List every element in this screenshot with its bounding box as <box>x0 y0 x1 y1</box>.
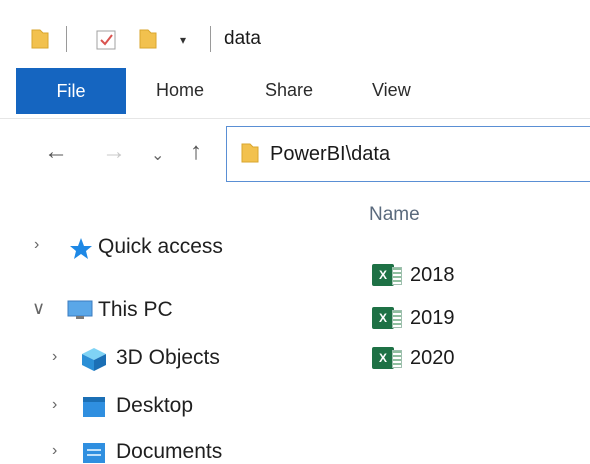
file-name: 2018 <box>410 264 455 286</box>
toolbar-separator <box>66 26 67 52</box>
expand-chevron-icon[interactable]: › <box>52 396 57 414</box>
nav-item-3d-objects[interactable]: 3D Objects <box>116 346 220 370</box>
tab-view[interactable]: View <box>372 80 411 101</box>
3d-objects-icon <box>82 348 106 371</box>
nav-item-this-pc[interactable]: This PC <box>98 298 173 322</box>
column-header-name[interactable]: Name <box>369 204 420 226</box>
tab-share[interactable]: Share <box>265 80 313 101</box>
excel-file-icon: X <box>372 264 402 286</box>
up-arrow-icon[interactable]: ↑ <box>190 138 202 166</box>
desktop-icon <box>83 397 105 417</box>
new-folder-icon[interactable] <box>138 26 158 50</box>
address-path: PowerBI\data <box>270 143 391 165</box>
excel-file-icon: X <box>372 307 402 329</box>
collapse-chevron-icon[interactable]: ∨ <box>32 298 45 319</box>
window-title: data <box>224 28 261 49</box>
toolbar-separator <box>210 26 211 52</box>
recent-locations-chevron-icon[interactable]: ⌄ <box>151 145 164 165</box>
forward-arrow-icon[interactable]: → <box>102 138 126 166</box>
customize-toolbar-dropdown-icon[interactable]: ▾ <box>180 33 186 47</box>
back-arrow-icon[interactable]: ← <box>44 138 68 166</box>
expand-chevron-icon[interactable]: › <box>34 236 39 254</box>
folder-icon <box>241 143 259 163</box>
tab-home[interactable]: Home <box>156 80 204 101</box>
nav-item-quick-access[interactable]: Quick access <box>98 235 223 259</box>
title-bar <box>0 0 590 64</box>
file-name: 2020 <box>410 347 455 369</box>
file-name: 2019 <box>410 307 455 329</box>
documents-icon <box>83 443 105 463</box>
excel-file-icon: X <box>372 347 402 369</box>
expand-chevron-icon[interactable]: › <box>52 348 57 366</box>
star-icon <box>70 238 92 259</box>
properties-icon[interactable] <box>94 28 118 52</box>
list-item[interactable]: X 2019 <box>372 306 492 334</box>
folder-icon[interactable] <box>30 26 50 50</box>
list-item[interactable]: X 2018 <box>372 263 492 291</box>
list-item[interactable]: X 2020 <box>372 346 492 374</box>
nav-item-desktop[interactable]: Desktop <box>116 394 193 418</box>
tab-file[interactable]: File <box>16 68 126 114</box>
computer-icon <box>67 300 93 319</box>
nav-item-documents[interactable]: Documents <box>116 440 222 464</box>
expand-chevron-icon[interactable]: › <box>52 442 57 460</box>
